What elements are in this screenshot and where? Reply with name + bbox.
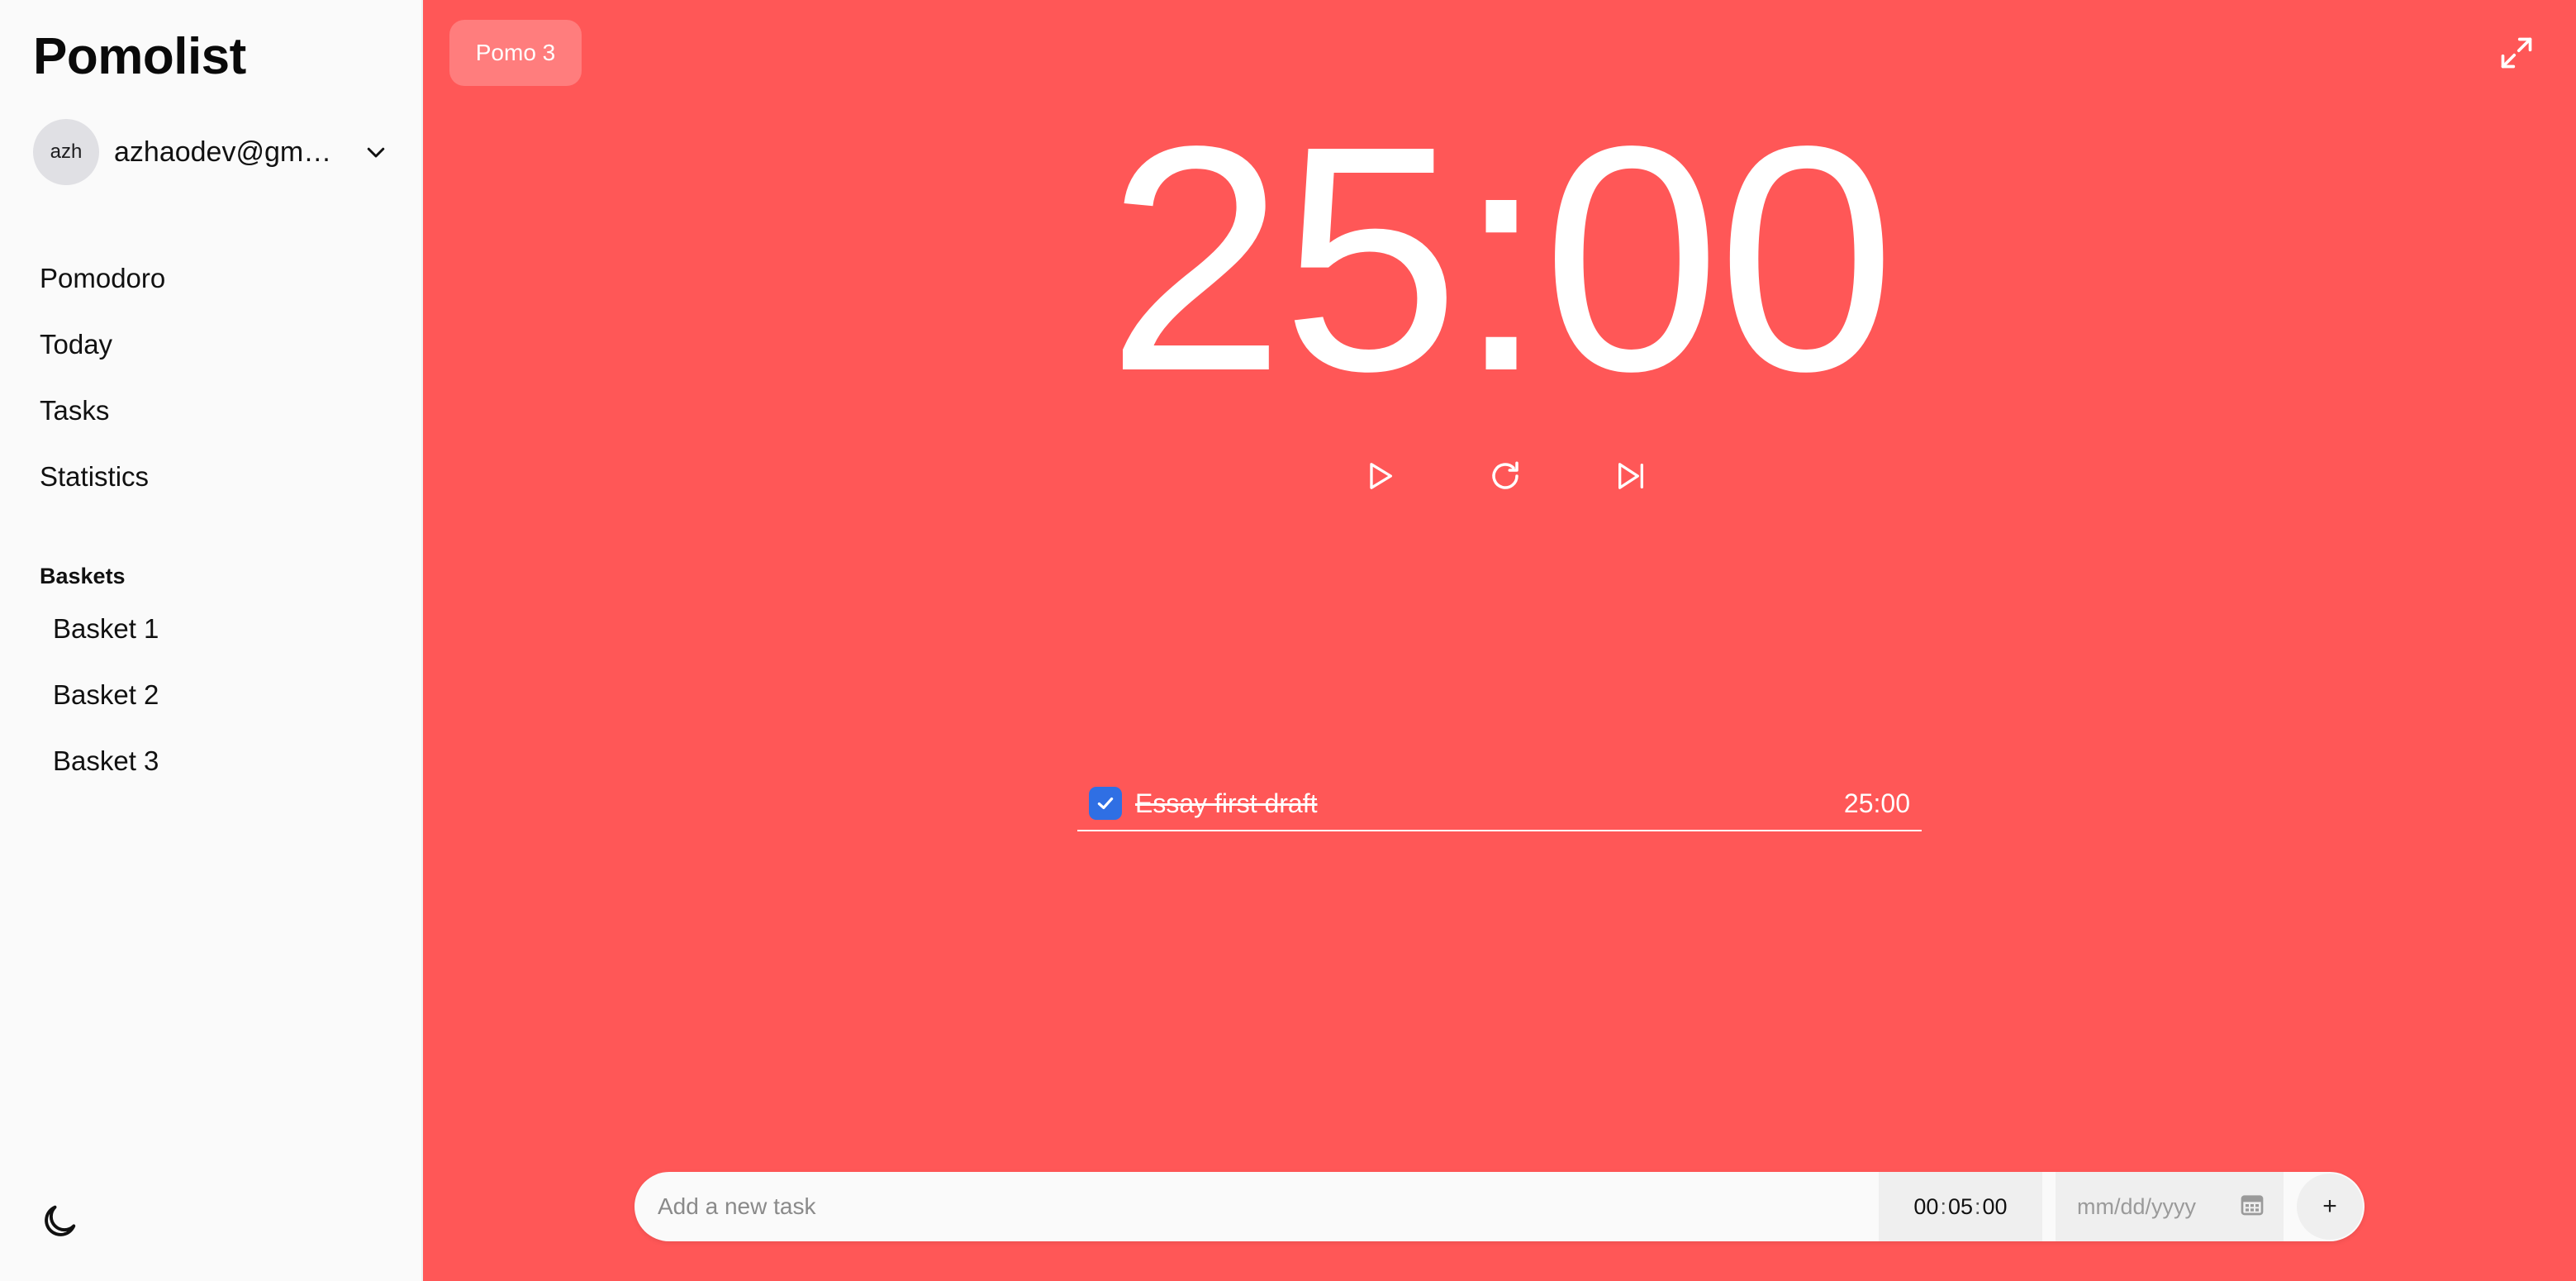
- basket-item-3[interactable]: Basket 3: [53, 739, 159, 805]
- nav-item-today[interactable]: Today: [40, 322, 165, 388]
- add-task-button[interactable]: +: [2297, 1174, 2363, 1240]
- calendar-icon[interactable]: [2239, 1191, 2265, 1223]
- account-email: azhaodev@gmail...: [114, 136, 345, 168]
- avatar: azh: [33, 119, 99, 185]
- expand-icon[interactable]: [2498, 35, 2535, 71]
- pomodoro-main: Pomo 3 25:00 Essay first draft 25:00 00:…: [423, 0, 2576, 1281]
- app-title: Pomolist: [33, 28, 246, 85]
- duration-hours[interactable]: 00: [1913, 1194, 1938, 1220]
- add-task-input[interactable]: [656, 1193, 1879, 1221]
- timer-display: 25:00: [1106, 80, 1896, 438]
- main-nav: Pomodoro Today Tasks Statistics: [40, 256, 165, 521]
- add-task-bar: 00:05:00 mm/dd/yyyy +: [634, 1172, 2365, 1241]
- duration-separator: :: [1940, 1193, 1946, 1219]
- duration-minutes[interactable]: 05: [1948, 1194, 1973, 1220]
- baskets-list: Basket 1 Basket 2 Basket 3: [53, 607, 159, 805]
- play-icon[interactable]: [1357, 453, 1403, 499]
- task-name: Essay first draft: [1135, 788, 1318, 818]
- task-time: 25:00: [1843, 788, 1910, 818]
- reset-icon[interactable]: [1482, 453, 1528, 499]
- moon-icon[interactable]: [38, 1200, 81, 1243]
- check-icon[interactable]: [1089, 787, 1122, 820]
- duration-field[interactable]: 00:05:00: [1879, 1172, 2042, 1241]
- duration-seconds[interactable]: 00: [1983, 1194, 2008, 1220]
- basket-item-1[interactable]: Basket 1: [53, 607, 159, 673]
- basket-item-2[interactable]: Basket 2: [53, 673, 159, 739]
- skip-forward-icon[interactable]: [1608, 453, 1654, 499]
- nav-item-tasks[interactable]: Tasks: [40, 388, 165, 455]
- date-placeholder: mm/dd/yyyy: [2077, 1193, 2197, 1219]
- chevron-down-icon[interactable]: [364, 140, 388, 164]
- session-tab[interactable]: Pomo 3: [449, 20, 582, 86]
- due-date-field[interactable]: mm/dd/yyyy: [2056, 1172, 2284, 1241]
- account-switcher[interactable]: azh azhaodev@gmail...: [33, 119, 388, 185]
- timer-controls: [1357, 453, 1654, 499]
- nav-item-statistics[interactable]: Statistics: [40, 455, 165, 521]
- nav-item-pomodoro[interactable]: Pomodoro: [40, 256, 165, 322]
- task-row[interactable]: Essay first draft 25:00: [1077, 777, 1922, 831]
- duration-separator: :: [1975, 1193, 1981, 1219]
- sidebar: Pomolist azh azhaodev@gmail... Pomodoro …: [0, 0, 423, 1281]
- baskets-heading: Baskets: [40, 564, 126, 588]
